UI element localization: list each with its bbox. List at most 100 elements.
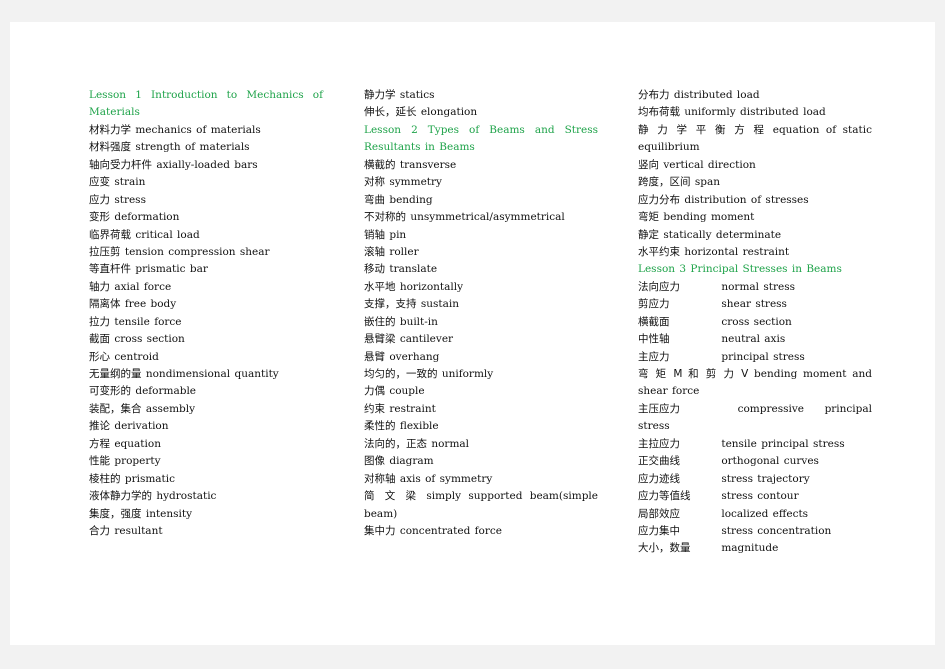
glossary-entry: 应力迹线 stress trajectory bbox=[638, 471, 872, 488]
chinese-term: 不对称的 bbox=[364, 211, 406, 224]
chinese-term: 分布力 bbox=[638, 89, 670, 101]
english-term: sustain bbox=[420, 298, 459, 311]
glossary-entry: 应力 stress bbox=[89, 192, 323, 209]
english-term: normal bbox=[431, 437, 470, 450]
chinese-term: 中性轴 bbox=[638, 333, 670, 346]
english-term: statically determinate bbox=[663, 228, 782, 241]
chinese-term: 横截面 bbox=[638, 315, 670, 328]
lesson-heading: Lesson 2 Types of Beams and Stress Resul… bbox=[364, 123, 598, 154]
english-term: restraint bbox=[389, 402, 436, 415]
english-term: transverse bbox=[399, 158, 457, 171]
chinese-term: 应力迹线 bbox=[638, 472, 680, 485]
english-term: bending bbox=[389, 193, 433, 206]
english-term: mechanics of materials bbox=[135, 123, 261, 136]
glossary-entry: 伸长，延长 elongation bbox=[364, 104, 598, 121]
english-term: uniformly bbox=[441, 368, 494, 380]
glossary-entry: 嵌住的 built-in bbox=[364, 314, 598, 331]
chinese-term: 滚轴 bbox=[364, 245, 385, 258]
english-term: roller bbox=[389, 245, 419, 258]
chinese-term: 应力分布 bbox=[638, 193, 680, 206]
document-page: Lesson 1 Introduction to Mechanics of Ma… bbox=[10, 22, 935, 645]
english-term: shear stress bbox=[721, 298, 787, 311]
english-term: localized effects bbox=[721, 507, 809, 520]
glossary-entry: 推论 derivation bbox=[89, 418, 323, 435]
glossary-entry: 约束 restraint bbox=[364, 401, 598, 418]
chinese-term: 均布荷载 bbox=[638, 106, 680, 119]
chinese-term: 局部效应 bbox=[638, 507, 680, 520]
english-term: diagram bbox=[389, 455, 434, 468]
chinese-term: 应力集中 bbox=[638, 524, 680, 537]
glossary-entry: 集中力 concentrated force bbox=[364, 523, 598, 540]
english-term: translate bbox=[389, 263, 438, 276]
chinese-term: 均匀的，一致的 bbox=[364, 368, 438, 380]
chinese-term: 性能 bbox=[89, 455, 110, 468]
english-term: critical load bbox=[135, 228, 200, 241]
glossary-entry: 跨度，区间 span bbox=[638, 174, 872, 191]
column-3: 分布力 distributed load 均布荷载 uniformly distr… bbox=[638, 87, 872, 558]
chinese-term: 法向应力 bbox=[638, 280, 680, 293]
chinese-term: 简 文 梁 bbox=[364, 490, 420, 503]
chinese-term: 大小，数量 bbox=[638, 542, 691, 555]
glossary-entry: 横截的 transverse bbox=[364, 157, 598, 174]
chinese-term: 弯矩 bbox=[638, 211, 659, 224]
glossary-entry: 主压应力 compressive principal stress bbox=[638, 401, 872, 436]
chinese-term: 图像 bbox=[364, 455, 385, 468]
english-term: uniformly distributed load bbox=[684, 106, 826, 119]
english-term: axis of symmetry bbox=[399, 472, 493, 485]
english-term: distributed load bbox=[673, 89, 760, 101]
glossary-entry: 柔性的 flexible bbox=[364, 418, 598, 435]
glossary-entry: 主应力 principal stress bbox=[638, 349, 872, 366]
chinese-term: 集度，强度 bbox=[89, 507, 142, 520]
glossary-entry: 截面 cross section bbox=[89, 331, 323, 348]
english-term: hydrostatic bbox=[156, 490, 217, 503]
glossary-entry: 水平地 horizontally bbox=[364, 279, 598, 296]
chinese-term: 支撑，支持 bbox=[364, 298, 417, 311]
glossary-entry: 正交曲线 orthogonal curves bbox=[638, 453, 872, 470]
chinese-term: 柔性的 bbox=[364, 420, 396, 433]
english-term: intensity bbox=[145, 507, 193, 520]
glossary-entry: 棱柱的 prismatic bbox=[89, 471, 323, 488]
glossary-entry: 简 文 梁 simply supported beam(simple beam) bbox=[364, 488, 598, 523]
chinese-term: 应力 bbox=[89, 193, 110, 206]
english-term: derivation bbox=[114, 420, 169, 433]
chinese-term: 悬臂 bbox=[364, 350, 385, 363]
english-term: prismatic bbox=[124, 472, 176, 485]
english-term: stress trajectory bbox=[721, 472, 810, 485]
english-term: distribution of stresses bbox=[684, 193, 809, 206]
chinese-term: 轴向受力杆件 bbox=[89, 158, 152, 171]
chinese-term: 横截的 bbox=[364, 158, 396, 171]
glossary-entry: 主拉应力 tensile principal stress bbox=[638, 436, 872, 453]
english-term: property bbox=[114, 455, 161, 468]
glossary-entry: 弯矩 bending moment bbox=[638, 209, 872, 226]
glossary-entry: 移动 translate bbox=[364, 261, 598, 278]
glossary-entry: 水平约束 horizontal restraint bbox=[638, 244, 872, 261]
chinese-term: 可变形的 bbox=[89, 385, 131, 398]
glossary-entry: 临界荷载 critical load bbox=[89, 227, 323, 244]
glossary-entry: 隔离体 free body bbox=[89, 296, 323, 313]
glossary-entry: 性能 property bbox=[89, 453, 323, 470]
english-term: resultant bbox=[114, 524, 163, 537]
chinese-term: 水平地 bbox=[364, 280, 396, 293]
chinese-term: 无量纲的量 bbox=[89, 368, 142, 380]
chinese-term: 拉力 bbox=[89, 315, 110, 328]
english-term: magnitude bbox=[721, 542, 779, 555]
english-term: axial force bbox=[114, 280, 172, 293]
glossary-entry: 静力学 statics bbox=[364, 87, 598, 104]
glossary-entry: 对称轴 axis of symmetry bbox=[364, 471, 598, 488]
glossary-entry: 力偶 couple bbox=[364, 383, 598, 400]
glossary-entry: 拉力 tensile force bbox=[89, 314, 323, 331]
chinese-term: 隔离体 bbox=[89, 298, 121, 311]
chinese-term: 推论 bbox=[89, 420, 110, 433]
chinese-term: 法向的，正态 bbox=[364, 437, 427, 450]
glossary-entry: 静 力 学 平 衡 方 程 equation of static equilib… bbox=[638, 122, 872, 157]
glossary-entry: 均布荷载 uniformly distributed load bbox=[638, 104, 872, 121]
chinese-term: 移动 bbox=[364, 263, 385, 276]
english-term: orthogonal curves bbox=[721, 455, 819, 468]
chinese-term: 悬臂梁 bbox=[364, 333, 396, 346]
english-term: principal stress bbox=[721, 350, 805, 363]
english-term: overhang bbox=[389, 350, 440, 363]
english-term: assembly bbox=[145, 402, 196, 415]
english-term: elongation bbox=[420, 106, 478, 119]
glossary-entry: 悬臂梁 cantilever bbox=[364, 331, 598, 348]
chinese-term: 约束 bbox=[364, 402, 385, 415]
